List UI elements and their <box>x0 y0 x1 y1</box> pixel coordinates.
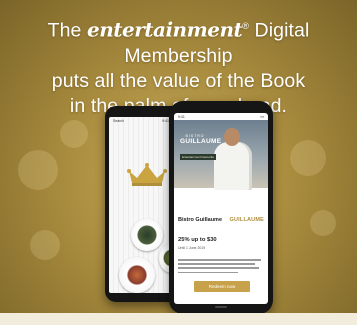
bokeh-light <box>310 210 336 236</box>
offer-description <box>178 259 264 276</box>
restaurant-name: Bistro Guillaume <box>178 217 223 223</box>
chef-figure <box>214 142 252 190</box>
restaurant-hero-image: BISTRO GUILLAUME Entertainment Favourite <box>174 120 268 190</box>
food-plate <box>131 219 163 251</box>
registered-mark: ® <box>242 21 250 31</box>
restaurant-logo: GUILLAUME <box>229 217 264 223</box>
bokeh-light <box>18 150 58 190</box>
home-indicator <box>215 306 227 308</box>
right-status-bar: 9:41 ▪▪▪ <box>174 113 268 120</box>
headline-line-2: puts all the value of the Book <box>51 69 306 92</box>
hero-restaurant-logo: BISTRO GUILLAUME <box>180 134 222 145</box>
right-phone-screen: 9:41 ▪▪▪ BISTRO GUILLAUME Entertainment … <box>174 113 268 304</box>
food-plate <box>119 257 155 293</box>
offer-title: 25% up to $30 <box>178 237 217 243</box>
hero-badge: Entertainment Favourite <box>180 154 217 160</box>
promo-poster: The entertainment® Digital Membership pu… <box>0 0 357 325</box>
bottom-strip <box>0 313 357 325</box>
bokeh-light <box>60 120 88 148</box>
bokeh-light <box>290 140 326 176</box>
left-status-left: Search <box>113 119 125 123</box>
headline-line-1: The entertainment® Digital Membership <box>47 17 310 67</box>
chef-head <box>224 128 240 146</box>
right-phone: 9:41 ▪▪▪ BISTRO GUILLAUME Entertainment … <box>169 101 273 314</box>
offer-validity: Until 1 June 2019 <box>178 246 206 250</box>
restaurant-title-row: Bistro Guillaume GUILLAUME <box>178 217 264 223</box>
entertainment-logo: entertainment <box>87 17 243 42</box>
hero-logo-large: GUILLAUME <box>180 138 222 145</box>
bokeh-light <box>30 230 60 260</box>
crown-icon <box>127 163 167 186</box>
redeem-now-button[interactable]: Redeem now <box>194 281 250 292</box>
